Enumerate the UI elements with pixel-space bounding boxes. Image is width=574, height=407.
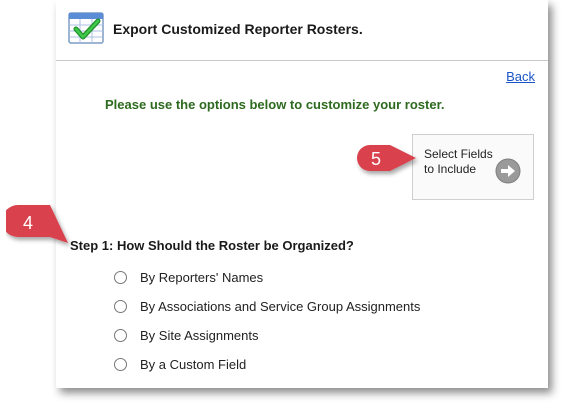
option-label: By Associations and Service Group Assign… — [140, 299, 421, 314]
option-label: By Site Assignments — [140, 328, 259, 343]
back-link[interactable]: Back — [506, 69, 535, 84]
radio-button[interactable] — [114, 358, 127, 371]
step1-heading: Step 1: How Should the Roster be Organiz… — [70, 238, 354, 253]
callout-marker-5: 5 — [350, 143, 422, 189]
callout-number: 5 — [371, 149, 382, 169]
callout-number: 4 — [23, 213, 34, 233]
radio-button[interactable] — [114, 329, 127, 342]
instructions-text: Please use the options below to customiz… — [105, 97, 445, 112]
select-fields-button[interactable]: Select Fields to Include — [412, 134, 534, 200]
arrow-right-circle-icon — [495, 158, 521, 184]
option-label: By Reporters' Names — [140, 270, 264, 285]
radio-button[interactable] — [114, 271, 127, 284]
radio-button[interactable] — [114, 300, 127, 313]
page-title: Export Customized Reporter Rosters. — [113, 21, 363, 37]
export-roster-panel: Export Customized Reporter Rosters. Back… — [56, 0, 548, 388]
callout-marker-4: 4 — [6, 203, 76, 253]
select-fields-label: Select Fields to Include — [424, 147, 493, 176]
header-divider — [56, 60, 548, 61]
option-label: By a Custom Field — [140, 357, 247, 372]
checklist-icon — [68, 10, 106, 46]
